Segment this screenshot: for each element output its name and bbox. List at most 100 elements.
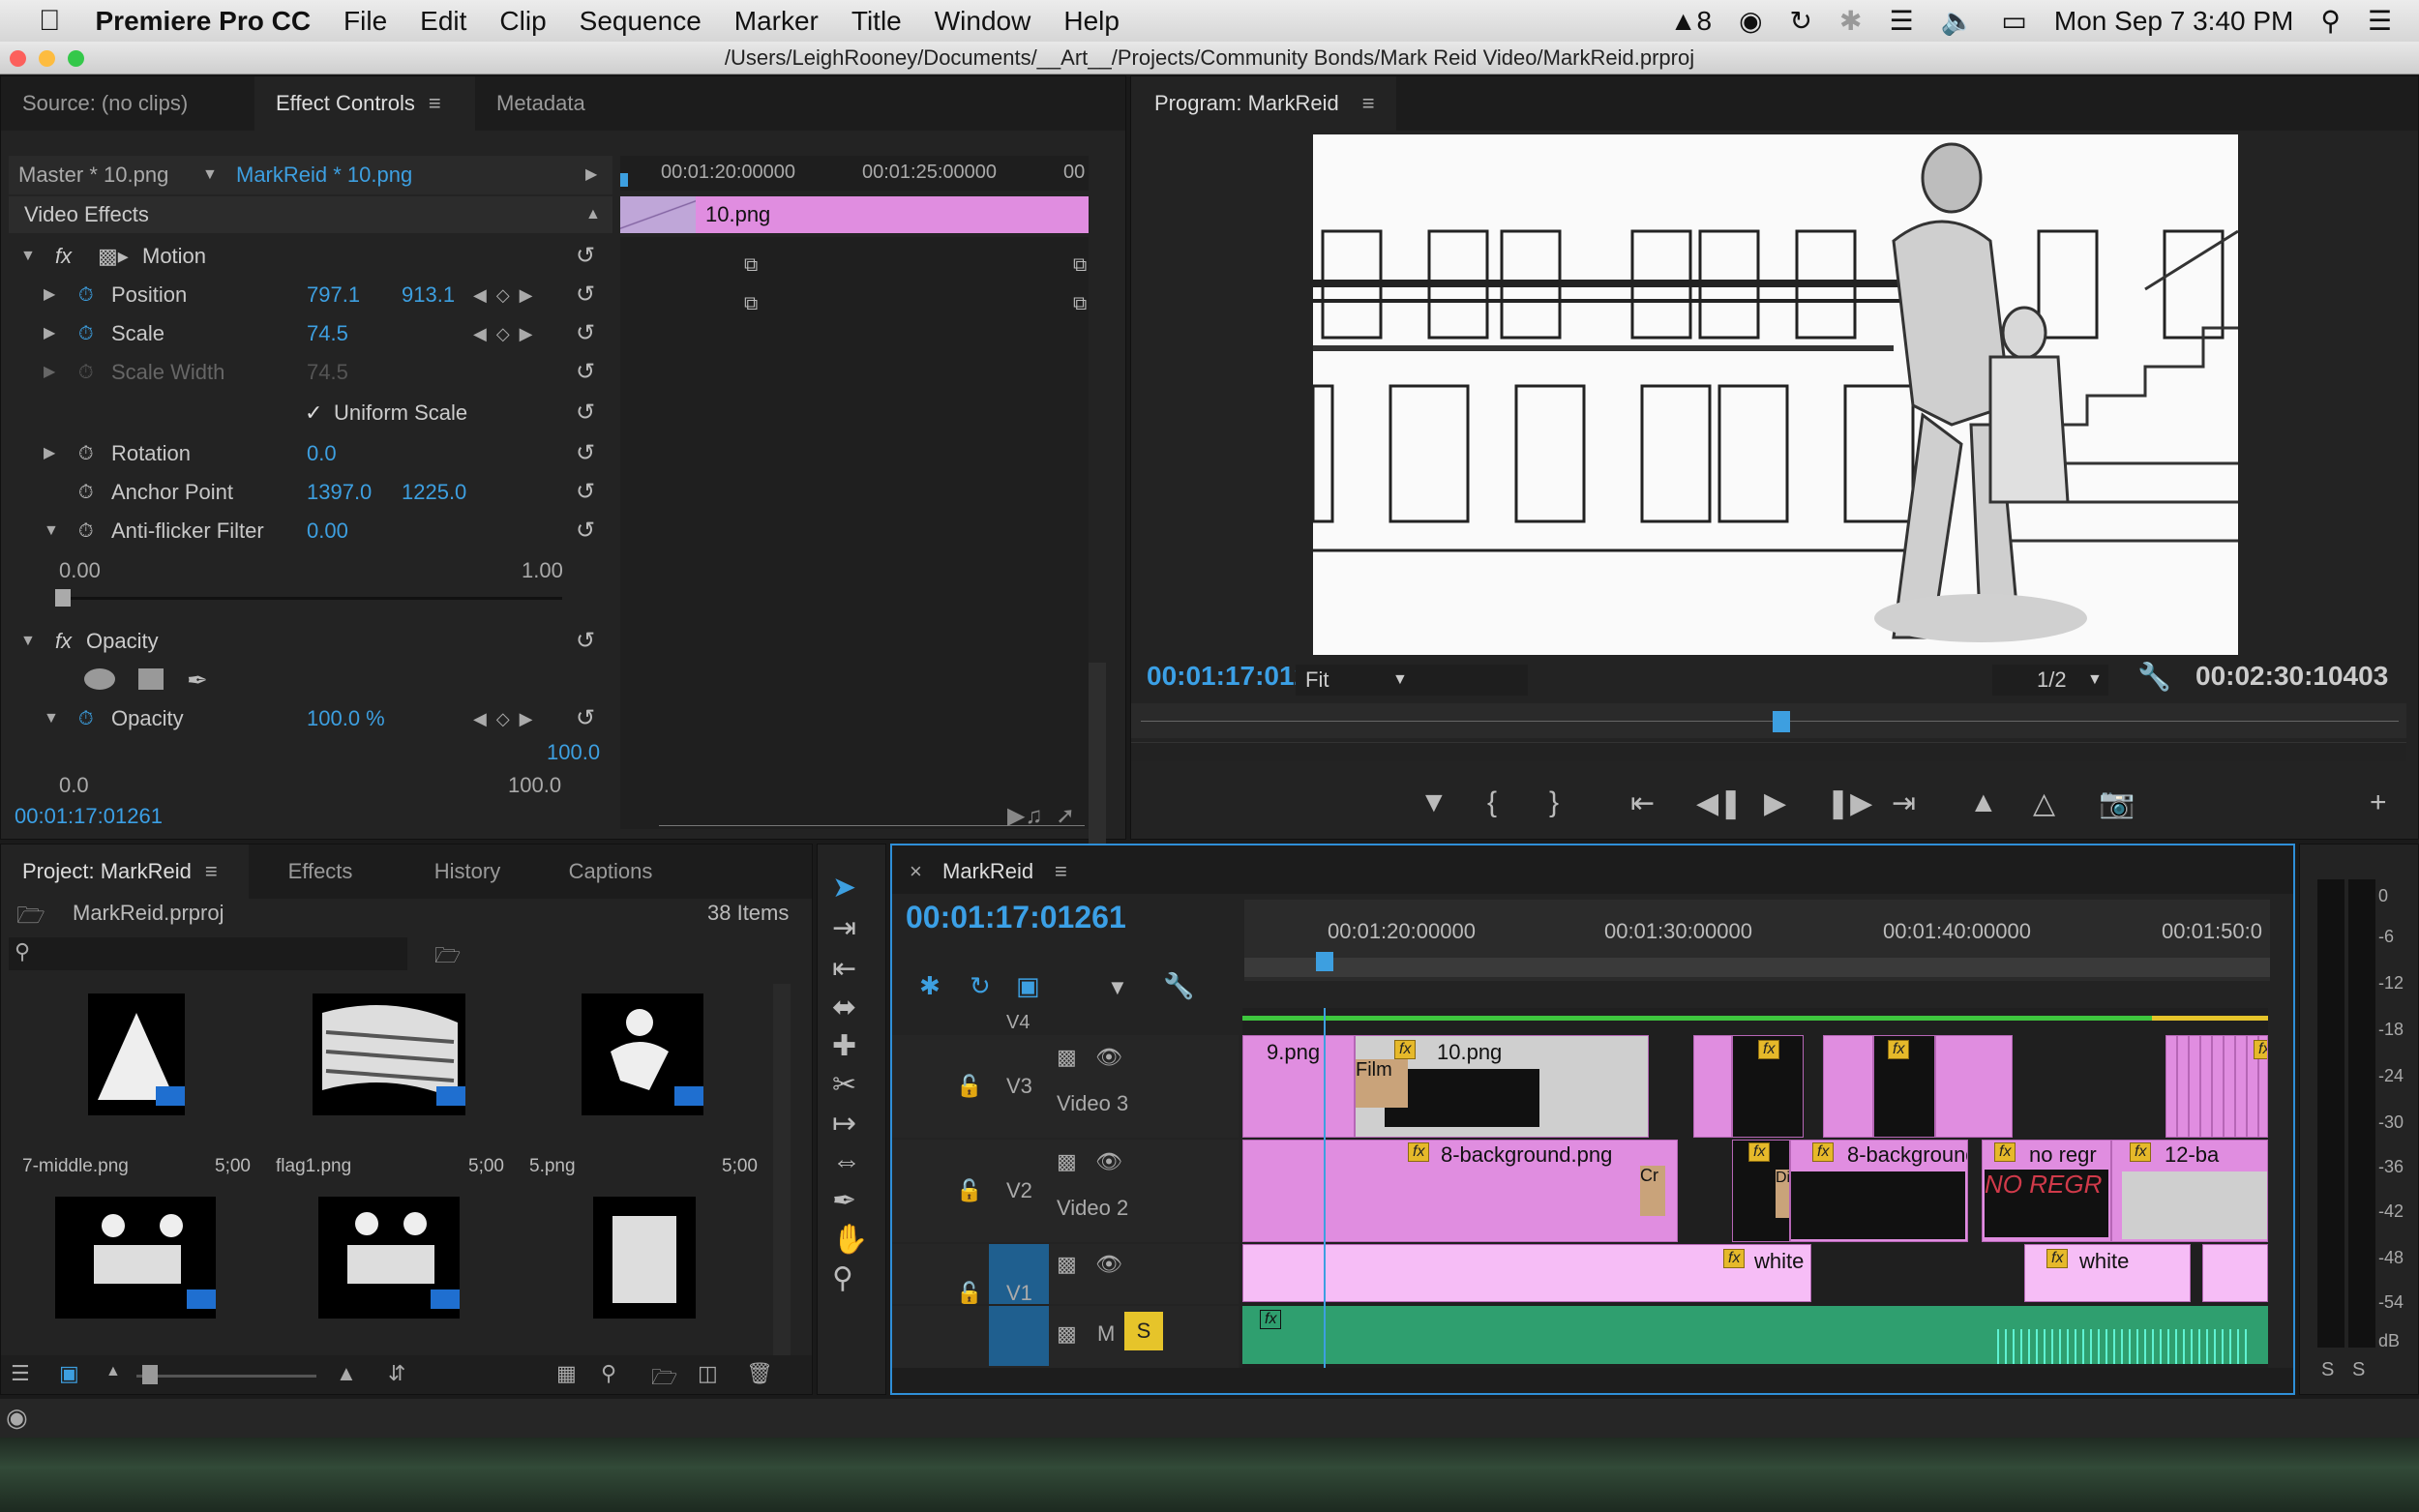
clip-v3-d[interactable]: fx: [1732, 1035, 1804, 1138]
clip-v3-f[interactable]: fx: [1873, 1035, 1935, 1138]
clip-v1-c[interactable]: [2202, 1244, 2268, 1302]
clip-v3-9png[interactable]: 9.png: [1242, 1035, 1355, 1138]
resolution-dropdown[interactable]: 1/2 ▼: [1992, 665, 2108, 696]
snap-icon[interactable]: ✱: [919, 971, 941, 1001]
clip-v2-b[interactable]: fx Di: [1732, 1140, 1790, 1242]
anchor-stopwatch-icon[interactable]: ⏱: [78, 473, 94, 512]
clip-v3-10png[interactable]: fx 10.png Film: [1355, 1035, 1649, 1138]
icon-view-icon[interactable]: ▣: [59, 1361, 79, 1386]
linked-selection-icon[interactable]: ↻: [970, 971, 991, 1001]
program-video-frame[interactable]: [1313, 134, 2238, 655]
close-window-button[interactable]: [10, 50, 26, 67]
rotation-disclosure-icon[interactable]: ▶: [44, 434, 55, 473]
collapse-up-icon[interactable]: ▲: [585, 196, 601, 233]
scale-keyframe-nav-icon[interactable]: ◀◇▶: [473, 314, 543, 353]
tab-project[interactable]: Project: MarkReid ≡: [1, 845, 249, 899]
menu-help[interactable]: Help: [1063, 6, 1120, 37]
ec-playhead[interactable]: [620, 173, 628, 187]
rotation-stopwatch-icon[interactable]: ⏱: [78, 434, 94, 473]
keyframe-scale-start[interactable]: ⧉: [744, 293, 758, 315]
tab-metadata[interactable]: Metadata: [475, 76, 607, 131]
scale-stopwatch-icon[interactable]: ⏱: [78, 314, 94, 353]
menu-window[interactable]: Window: [935, 6, 1031, 37]
hand-tool-icon[interactable]: ✋: [832, 1223, 868, 1257]
volume-icon[interactable]: 🔈: [1941, 5, 1975, 37]
project-search-input[interactable]: ⚲: [9, 937, 407, 970]
clip-v3-c[interactable]: [1693, 1035, 1732, 1138]
film-dissolve-transition[interactable]: Film: [1356, 1059, 1408, 1108]
fx-badge-icon[interactable]: fx: [1994, 1142, 2016, 1162]
position-stopwatch-icon[interactable]: ⏱: [78, 276, 94, 314]
master-clip-label[interactable]: Master * 10.png: [18, 156, 168, 194]
go-to-in-icon[interactable]: ⇤: [1630, 786, 1655, 820]
a1-solo-button[interactable]: S: [1124, 1312, 1163, 1350]
tab-effect-controls[interactable]: Effect Controls ≡: [254, 76, 475, 131]
zoom-large-icon[interactable]: ▲: [336, 1361, 357, 1386]
pen-tool-icon[interactable]: ✒: [832, 1184, 856, 1218]
dip-transition[interactable]: Di: [1776, 1170, 1789, 1218]
go-to-out-icon[interactable]: ⇥: [1892, 786, 1916, 820]
position-reset-icon[interactable]: ↺: [576, 276, 595, 314]
menu-file[interactable]: File: [343, 6, 387, 37]
v1-eye-icon[interactable]: 👁: [1095, 1252, 1122, 1277]
clip-a1-audio[interactable]: fx: [1242, 1306, 2268, 1364]
position-keyframe-nav-icon[interactable]: ◀◇▶: [473, 276, 543, 314]
timeline-settings-wrench-icon[interactable]: 🔧: [1163, 971, 1194, 1001]
motion-transform-icon[interactable]: ▩▸: [98, 237, 129, 276]
battery-icon[interactable]: ▭: [2001, 5, 2026, 37]
keyframe-position-start[interactable]: ⧉: [744, 254, 758, 277]
ec-timeline-ruler[interactable]: 00:01:20:00000 00:01:25:00000 00: [620, 156, 1089, 191]
clip-v2-8-background-b[interactable]: fx 8-background: [1790, 1140, 1968, 1242]
new-bin-search-icon[interactable]: 🗁: [434, 939, 461, 976]
v1-lock-icon[interactable]: 🔓: [956, 1281, 982, 1304]
fx-badge-icon[interactable]: fx: [1723, 1249, 1746, 1268]
slider-handle[interactable]: [55, 589, 71, 607]
step-forward-icon[interactable]: ❚▶: [1826, 786, 1872, 820]
fit-dropdown[interactable]: Fit ▼: [1296, 665, 1528, 696]
tab-history[interactable]: History: [392, 845, 543, 899]
program-menu-icon[interactable]: ≡: [1362, 91, 1375, 115]
v3-lock-icon[interactable]: 🔓: [956, 1074, 982, 1099]
v3-sync-icon[interactable]: ▩: [1057, 1045, 1077, 1070]
slip-tool-icon[interactable]: ↦: [832, 1107, 856, 1141]
show-timeline-icon[interactable]: ▶: [585, 156, 597, 194]
v2-target[interactable]: V2: [1006, 1178, 1032, 1203]
anchor-x-value[interactable]: 1397.0: [307, 473, 372, 512]
uniform-scale-reset-icon[interactable]: ↺: [576, 394, 595, 432]
track-select-tool-icon[interactable]: ⇥: [832, 911, 856, 945]
clip-v1-white-b[interactable]: fx white: [2024, 1244, 2191, 1302]
close-sequence-icon[interactable]: ×: [910, 859, 922, 884]
creative-cloud-status-icon[interactable]: ◉: [6, 1403, 28, 1433]
scale-value[interactable]: 74.5: [307, 314, 348, 353]
mark-out-icon[interactable]: }: [1549, 786, 1559, 819]
project-item-5[interactable]: 5.png 5;00: [518, 984, 769, 1177]
automate-to-sequence-icon[interactable]: ▦: [556, 1361, 577, 1386]
trash-icon[interactable]: 🗑: [746, 1361, 773, 1386]
project-item-7-middle[interactable]: 7-middle.png 5;00: [11, 984, 262, 1177]
clip-v3-g[interactable]: [1935, 1035, 2013, 1138]
tab-captions[interactable]: Captions: [543, 845, 678, 899]
nest-icon[interactable]: ▣: [1016, 971, 1040, 1001]
tab-program[interactable]: Program: MarkReid ≡: [1131, 76, 1396, 131]
v2-sync-icon[interactable]: ▩: [1057, 1149, 1077, 1174]
meter-solo-left[interactable]: S: [2321, 1359, 2334, 1381]
clip-v2-no-regr[interactable]: fx no regr NO REGR: [1982, 1140, 2111, 1242]
new-bin-icon[interactable]: 🗁: [651, 1361, 677, 1398]
ellipse-mask-icon[interactable]: [84, 668, 115, 690]
position-y-value[interactable]: 913.1: [402, 276, 455, 314]
timeline-marker-icon[interactable]: ▼: [1107, 975, 1128, 1000]
timeline-timecode[interactable]: 00:01:17:01261: [906, 900, 1126, 935]
fx-badge-icon[interactable]: fx: [2254, 1040, 2267, 1059]
apple-icon[interactable]: : [39, 5, 61, 38]
clip-v2-12-ba[interactable]: fx 12-ba: [2111, 1140, 2268, 1242]
rotation-reset-icon[interactable]: ↺: [576, 434, 595, 473]
menu-title[interactable]: Title: [851, 6, 902, 37]
clip-v2-8-background[interactable]: fx 8-background.png Cr: [1242, 1140, 1678, 1242]
anchor-y-value[interactable]: 1225.0: [402, 473, 466, 512]
pen-mask-icon[interactable]: ✒: [187, 661, 208, 699]
settings-wrench-icon[interactable]: 🔧: [2137, 661, 2171, 693]
program-zoom-bar[interactable]: [1131, 742, 2406, 761]
fx-badge-icon[interactable]: fx: [1394, 1040, 1417, 1059]
fx-badge-icon[interactable]: fx: [2046, 1249, 2069, 1268]
opacity-keyframe-nav-icon[interactable]: ◀◇▶: [473, 699, 543, 738]
